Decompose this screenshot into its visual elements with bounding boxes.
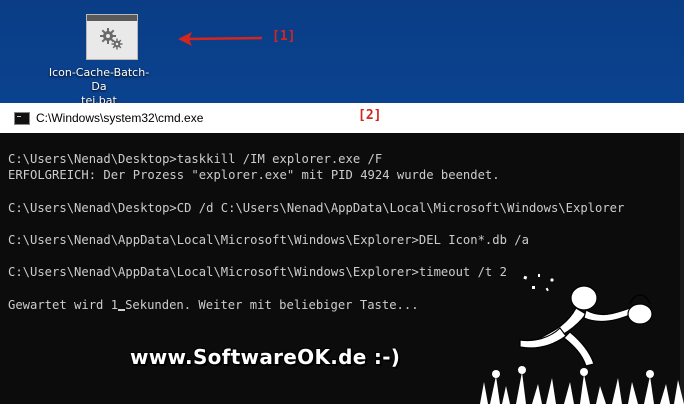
console-icon [14,112,30,125]
wait-text-prefix: Gewartet wird 1 [8,297,119,312]
window-title: C:\Windows\system32\cmd.exe [36,111,204,125]
desktop-icon-batch-file[interactable]: Icon-Cache-Batch-Da tei.bat [44,10,154,107]
grass-flowers-icon [480,366,684,404]
text-cursor [118,308,126,311]
console-line: C:\Users\Nenad\AppData\Local\Microsoft\W… [8,233,529,248]
annotation-arrow-icon [178,32,263,46]
annotation-marker-2: [2] [358,108,382,123]
console-line: ​ [8,216,684,232]
wait-text-suffix: Sekunden. Weiter mit beliebiger Taste... [125,297,419,312]
console-line: C:\Users\Nenad\Desktop>taskkill /IM expl… [8,152,383,166]
watermark-text: www.SoftwareOK.de :-) [130,345,401,369]
desktop-icon-label: Icon-Cache-Batch-Da tei.bat [48,66,150,107]
cmd-titlebar[interactable]: C:\Windows\system32\cmd.exe [0,103,684,133]
console-line: C:\Users\Nenad\Desktop>CD /d C:\Users\Ne… [8,200,625,215]
console-line: ​ [8,248,684,264]
console-line: ​ [8,183,684,199]
batch-file-gears-icon [86,14,138,60]
annotation-marker-1: [1] [272,29,296,44]
console-line: ERFOLGREICH: Der Prozess "explorer.exe" … [8,168,500,183]
